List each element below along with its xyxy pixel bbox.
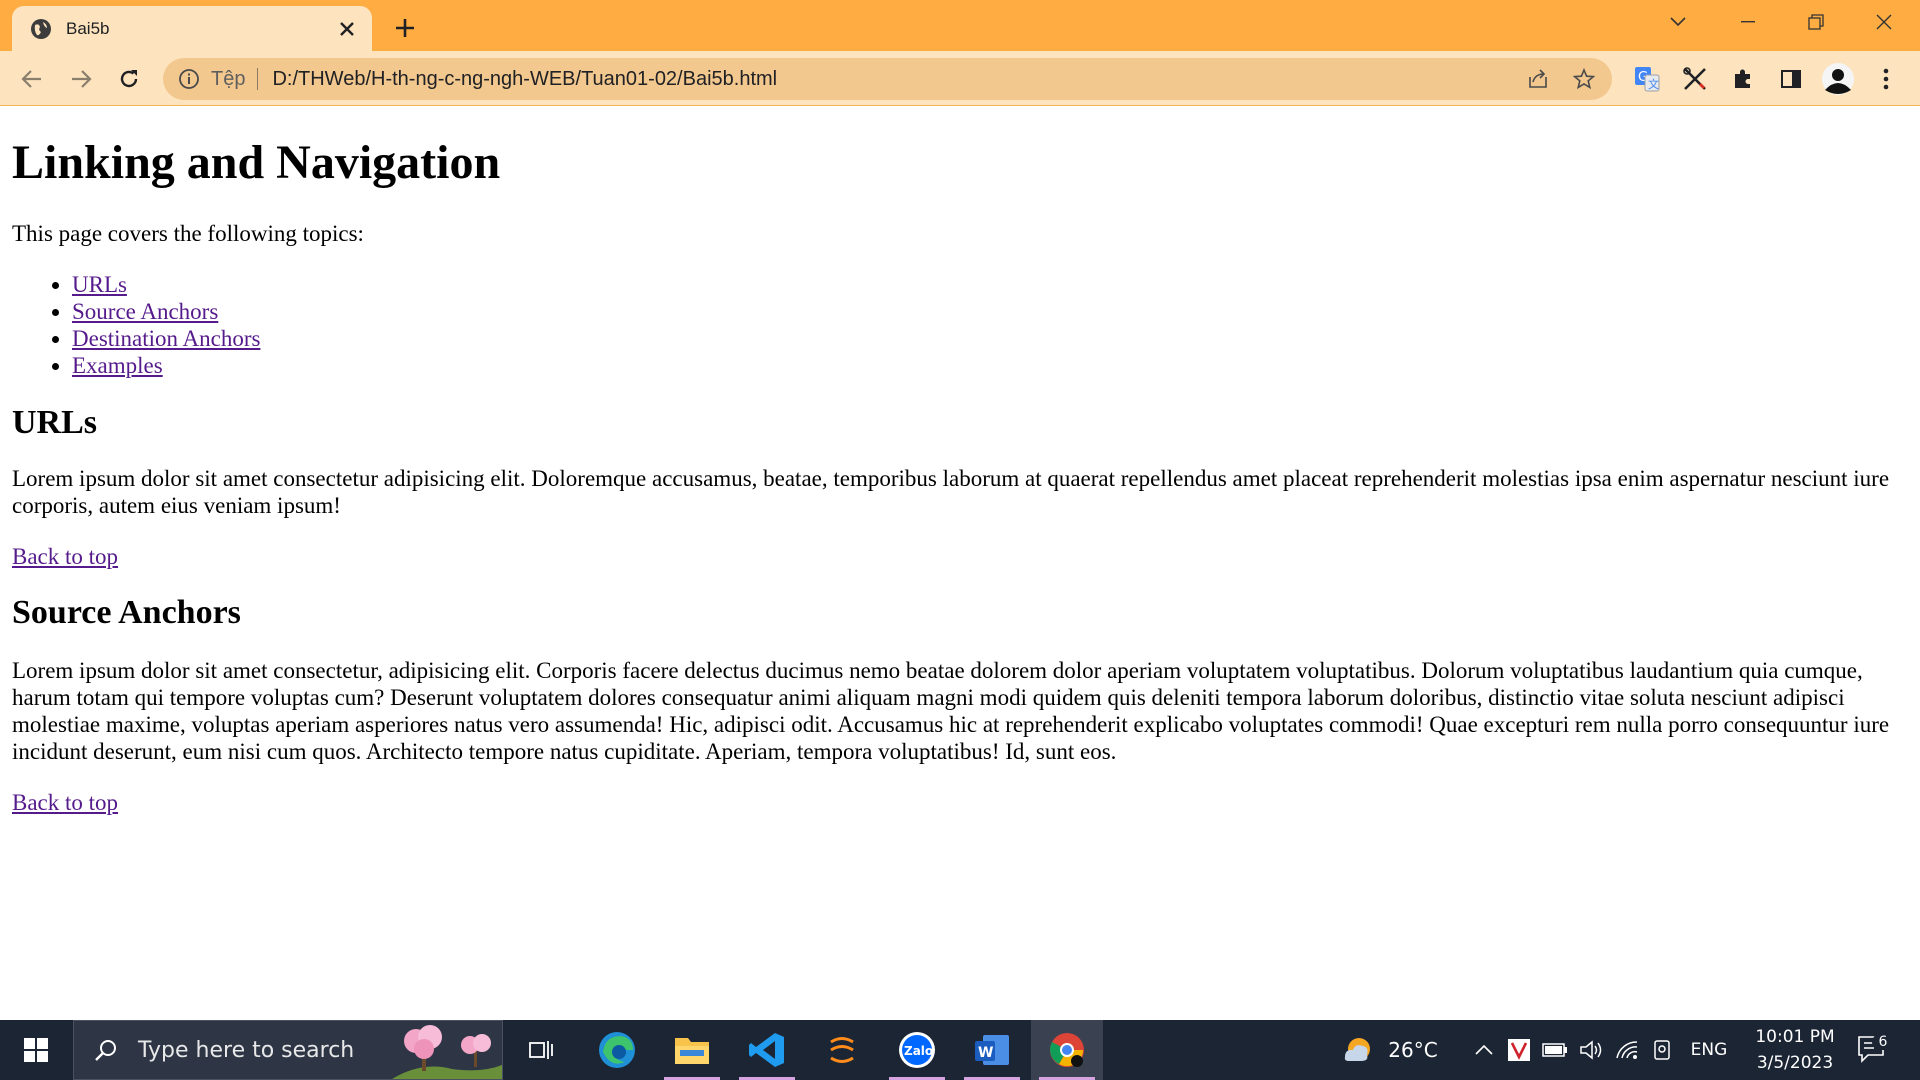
back-to-top-link[interactable]: Back to top (12, 544, 118, 569)
toc-link-examples[interactable]: Examples (72, 353, 163, 378)
back-icon[interactable] (14, 61, 50, 97)
list-item: Source Anchors (72, 298, 1908, 325)
meet-now-icon[interactable] (1648, 1020, 1678, 1080)
share-icon[interactable] (1520, 61, 1556, 97)
svg-text:Zalo: Zalo (904, 1044, 933, 1058)
browser-tabstrip: Bai5b (0, 0, 1920, 51)
forward-icon[interactable] (63, 61, 99, 97)
kebab-menu-icon[interactable] (1868, 61, 1904, 97)
search-placeholder: Type here to search (138, 1037, 355, 1063)
list-item: Destination Anchors (72, 325, 1908, 352)
svg-text:W: W (978, 1045, 993, 1061)
info-icon[interactable] (177, 67, 201, 91)
edge-icon[interactable] (581, 1020, 653, 1080)
topics-list: URLs Source Anchors Destination Anchors … (12, 271, 1908, 379)
page-title: Linking and Navigation (12, 136, 501, 189)
sublime-icon[interactable] (806, 1020, 878, 1080)
notification-count: 6 (1872, 1034, 1894, 1050)
weather-icon[interactable] (1338, 1020, 1378, 1080)
url-scheme-label: Tệp (211, 67, 246, 90)
zalo-icon[interactable]: Zalo (881, 1020, 953, 1080)
notification-icon[interactable] (1850, 1020, 1896, 1080)
taskbar: Type here to search Zalo W 26°C ENG 10:0… (0, 1020, 1920, 1080)
reload-icon[interactable] (111, 61, 147, 97)
svg-text:文: 文 (1648, 77, 1659, 91)
word-icon[interactable]: W (956, 1020, 1028, 1080)
volume-icon[interactable] (1576, 1020, 1606, 1080)
translate-icon[interactable]: G文 (1629, 61, 1665, 97)
puzzle-icon[interactable] (1725, 61, 1761, 97)
clock-date: 3/5/2023 (1756, 1053, 1834, 1073)
section-body-source-anchors: Lorem ipsum dolor sit amet consectetur, … (12, 658, 1890, 765)
minimize-icon[interactable] (1716, 0, 1780, 44)
back-to-top-paragraph: Back to top (12, 789, 1908, 816)
list-item: URLs (72, 271, 1908, 298)
address-bar[interactable]: Tệp D:/THWeb/H-th-ng-c-ng-ngh-WEB/Tuan01… (163, 58, 1612, 100)
clock-time: 10:01 PM (1755, 1027, 1835, 1047)
chrome-icon[interactable] (1031, 1020, 1103, 1080)
close-icon[interactable] (332, 14, 362, 44)
tab-title: Bai5b (66, 18, 110, 38)
plus-icon[interactable] (388, 11, 422, 45)
back-to-top-link[interactable]: Back to top (12, 790, 118, 815)
browser-toolbar: Tệp D:/THWeb/H-th-ng-c-ng-ngh-WEB/Tuan01… (0, 51, 1920, 106)
wifi-icon[interactable] (1612, 1020, 1642, 1080)
task-view-icon[interactable] (505, 1020, 577, 1080)
battery-icon[interactable] (1540, 1020, 1570, 1080)
toc-link-source-anchors[interactable]: Source Anchors (72, 299, 218, 324)
file-explorer-icon[interactable] (656, 1020, 728, 1080)
back-to-top-paragraph: Back to top (12, 543, 1908, 570)
avatar[interactable] (1820, 61, 1856, 97)
windows-icon[interactable] (0, 1020, 72, 1080)
star-icon[interactable] (1566, 61, 1602, 97)
section-body-urls: Lorem ipsum dolor sit amet consectetur a… (12, 466, 1890, 519)
intro-text: This page covers the following topics: (12, 221, 364, 247)
input-language[interactable]: ENG (1684, 1020, 1734, 1080)
globe-icon (30, 18, 52, 40)
tools-extension-icon[interactable] (1677, 61, 1713, 97)
omnibox-separator (257, 68, 259, 90)
close-window-icon[interactable] (1852, 0, 1916, 44)
weather-temp[interactable]: 26°C (1382, 1020, 1444, 1080)
list-item: Examples (72, 352, 1908, 379)
restore-icon[interactable] (1784, 0, 1848, 44)
toc-link-destination-anchors[interactable]: Destination Anchors (72, 326, 260, 351)
toc-link-urls[interactable]: URLs (72, 272, 127, 297)
taskbar-search-box[interactable]: Type here to search (73, 1020, 503, 1080)
page-content: Linking and Navigation This page covers … (0, 107, 1920, 1020)
url-text[interactable]: D:/THWeb/H-th-ng-c-ng-ngh-WEB/Tuan01-02/… (272, 68, 1520, 91)
chevron-up-icon[interactable] (1470, 1020, 1498, 1080)
chevron-down-icon[interactable] (1646, 0, 1710, 44)
system-clock[interactable]: 10:01 PM 3/5/2023 (1740, 1024, 1850, 1076)
cherry-blossom-illustration (392, 1025, 502, 1079)
tab-bai5b[interactable]: Bai5b (12, 6, 372, 51)
side-panel-icon[interactable] (1773, 61, 1809, 97)
vivaldi-icon[interactable] (1504, 1020, 1534, 1080)
section-heading-source-anchors: Source Anchors (12, 594, 241, 632)
search-icon (92, 1036, 120, 1064)
vscode-icon[interactable] (731, 1020, 803, 1080)
section-heading-urls: URLs (12, 404, 98, 442)
